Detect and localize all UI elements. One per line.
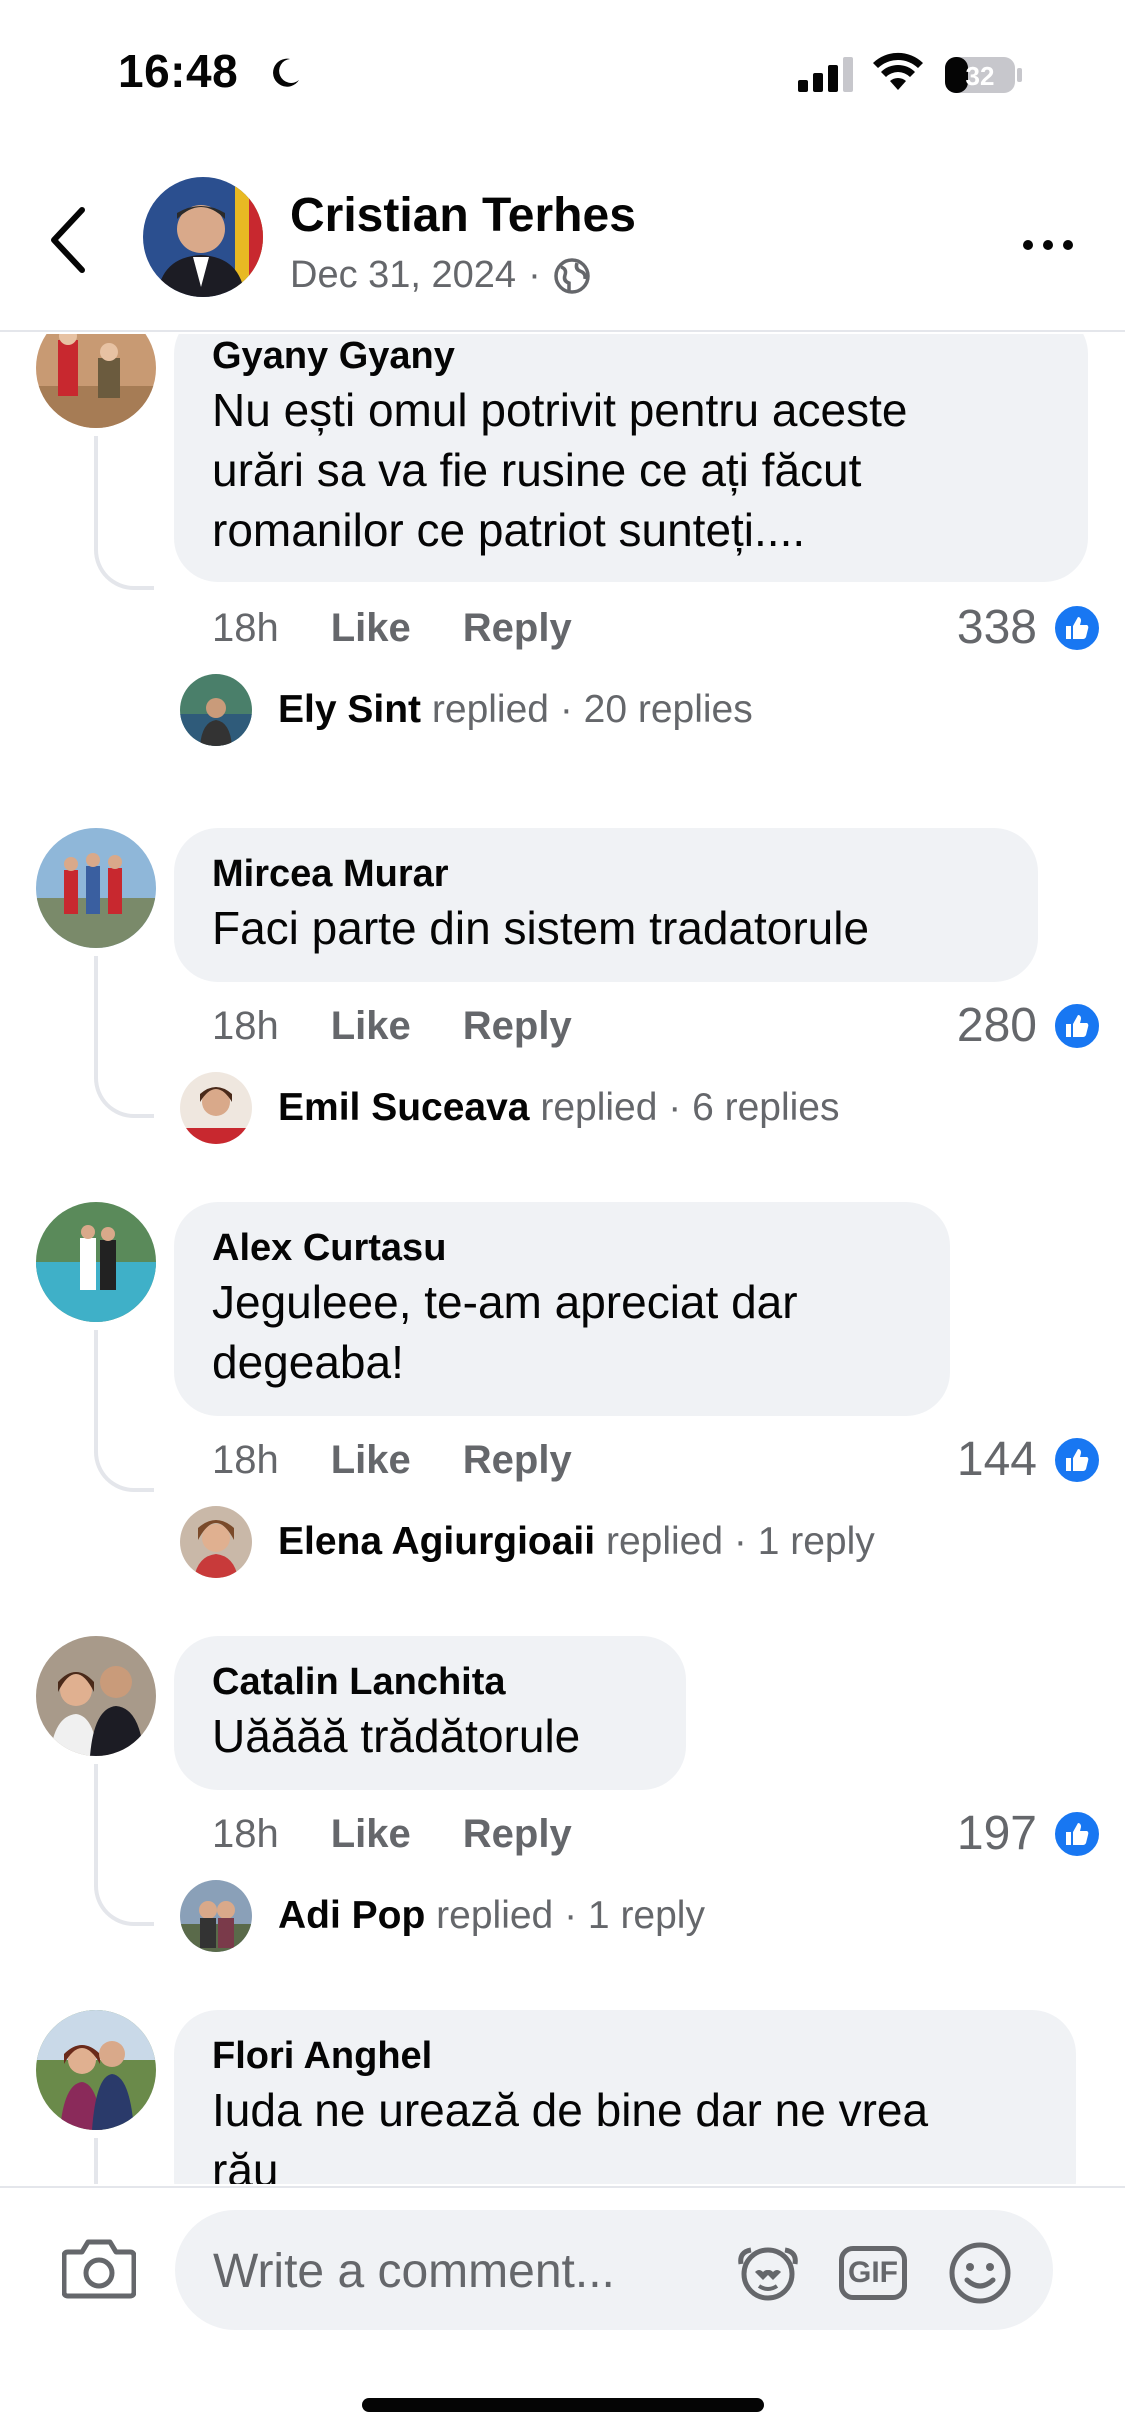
- comment-bubble[interactable]: Flori Anghel Iuda ne urează de bine dar …: [174, 2010, 1076, 2184]
- comment-author[interactable]: Alex Curtasu: [212, 1224, 910, 1272]
- comment-text: Nu ești omul potrivit pentru aceste urăr…: [212, 384, 908, 556]
- like-count-value: 197: [956, 1807, 1037, 1860]
- comment-actions: 18h Like Reply: [212, 606, 572, 651]
- back-button[interactable]: [38, 200, 98, 280]
- reply-verb: replied: [540, 1086, 658, 1129]
- thumbs-up-icon: [1053, 1435, 1101, 1484]
- comment-text: Faci parte din sistem tradatorule: [212, 902, 870, 954]
- thread-line: [94, 956, 154, 1118]
- avatar-sticker-icon[interactable]: [735, 2242, 801, 2302]
- thumbs-up-icon: [1053, 1001, 1101, 1050]
- like-button[interactable]: Like: [331, 1438, 411, 1483]
- like-count[interactable]: 280: [957, 998, 1101, 1053]
- more-options-button[interactable]: [1020, 230, 1080, 260]
- post-header: Cristian Terhes Dec 31, 2024 ·: [0, 150, 1125, 332]
- replies-summary[interactable]: Ely Sint replied · 20 replies: [180, 674, 753, 746]
- like-count[interactable]: 197: [957, 1806, 1101, 1861]
- comment-actions: 18h Like Reply: [212, 1812, 572, 1857]
- avatar: [180, 1072, 252, 1144]
- comment-time: 18h: [212, 1004, 279, 1048]
- moon-icon: [273, 58, 299, 87]
- reply-count: · 1 reply: [733, 1520, 875, 1563]
- thread-line: [94, 1330, 154, 1492]
- comments-list: Gyany Gyany Nu ești omul potrivit pentru…: [0, 334, 1125, 2184]
- reply-button[interactable]: Reply: [463, 1438, 572, 1483]
- reply-author: Elena Agiurgioaii: [278, 1520, 596, 1563]
- status-bar: 16:48 32: [0, 0, 1125, 150]
- avatar[interactable]: [36, 2010, 156, 2130]
- emoji-icon[interactable]: [947, 2240, 1013, 2306]
- reply-verb: replied: [436, 1894, 554, 1937]
- avatar[interactable]: [36, 1636, 156, 1756]
- post-date: Dec 31, 2024: [290, 254, 517, 296]
- comment-author[interactable]: Gyany Gyany: [212, 334, 1048, 380]
- comment-text: Uăăăă trădătorule: [212, 1710, 581, 1762]
- comment-author[interactable]: Catalin Lanchita: [212, 1658, 646, 1706]
- signal-icon: [798, 57, 853, 92]
- reply-count: · 1 reply: [564, 1894, 705, 1937]
- page-title[interactable]: Cristian Terhes: [290, 188, 636, 243]
- comment-composer: Write a comment... GIF: [0, 2186, 1125, 2436]
- comment-actions: 18h Like Reply: [212, 1438, 572, 1483]
- reply-author: Ely Sint: [278, 688, 422, 731]
- replies-summary[interactable]: Elena Agiurgioaii replied · 1 reply: [180, 1506, 875, 1578]
- avatar: [180, 1506, 252, 1578]
- comment-time: 18h: [212, 1438, 279, 1482]
- reply-button[interactable]: Reply: [463, 1004, 572, 1049]
- post-meta: Dec 31, 2024 ·: [290, 254, 591, 297]
- reply-count: · 6 replies: [668, 1086, 840, 1129]
- reply-button[interactable]: Reply: [463, 606, 572, 651]
- meta-separator: ·: [528, 254, 541, 296]
- thumbs-up-icon: [1053, 1809, 1101, 1858]
- globe-icon: [553, 257, 590, 294]
- gif-button[interactable]: GIF: [839, 2246, 907, 2300]
- comment-time: 18h: [212, 606, 279, 650]
- reply-verb: replied: [431, 688, 549, 731]
- avatar[interactable]: [36, 334, 156, 428]
- comment-actions: 18h Like Reply: [212, 1004, 572, 1049]
- comment-bubble[interactable]: Gyany Gyany Nu ești omul potrivit pentru…: [174, 334, 1088, 582]
- reply-button[interactable]: Reply: [463, 1812, 572, 1857]
- wifi-icon: [873, 52, 923, 90]
- comment-input[interactable]: Write a comment... GIF: [175, 2210, 1053, 2330]
- comment-author[interactable]: Flori Anghel: [212, 2032, 1036, 2080]
- like-button[interactable]: Like: [331, 1004, 411, 1049]
- comment-author[interactable]: Mircea Murar: [212, 850, 998, 898]
- replies-summary[interactable]: Emil Suceava replied · 6 replies: [180, 1072, 839, 1144]
- camera-icon[interactable]: [62, 2236, 136, 2300]
- thread-line: [94, 2138, 154, 2184]
- like-count[interactable]: 338: [957, 600, 1101, 655]
- like-count-value: 144: [956, 1433, 1037, 1486]
- like-button[interactable]: Like: [331, 1812, 411, 1857]
- like-count[interactable]: 144: [957, 1432, 1101, 1487]
- comment-text: Jeguleee, te-am apreciat dar degeaba!: [212, 1276, 798, 1388]
- reply-author: Emil Suceava: [278, 1086, 530, 1129]
- thread-line: [94, 1764, 154, 1926]
- like-count-value: 338: [956, 601, 1037, 654]
- comment-text: Iuda ne urează de bine dar ne vrea rău: [212, 2084, 929, 2184]
- status-time: 16:48: [118, 45, 239, 97]
- home-indicator: [362, 2398, 764, 2412]
- comment-time: 18h: [212, 1812, 279, 1856]
- comment-bubble[interactable]: Alex Curtasu Jeguleee, te-am apreciat da…: [174, 1202, 950, 1416]
- comment-bubble[interactable]: Mircea Murar Faci parte din sistem trada…: [174, 828, 1038, 982]
- thread-line: [94, 436, 154, 590]
- avatar: [180, 674, 252, 746]
- like-button[interactable]: Like: [331, 606, 411, 651]
- avatar[interactable]: [143, 177, 263, 297]
- thumbs-up-icon: [1053, 603, 1101, 652]
- like-count-value: 280: [956, 999, 1037, 1052]
- reply-verb: replied: [605, 1520, 724, 1563]
- comment-input-placeholder: Write a comment...: [213, 2245, 615, 2298]
- reply-count: · 20 replies: [559, 688, 753, 731]
- reply-author: Adi Pop: [278, 1894, 426, 1937]
- battery-icon: 32: [944, 55, 1024, 95]
- comment-bubble[interactable]: Catalin Lanchita Uăăăă trădătorule: [174, 1636, 686, 1790]
- battery-level: 32: [966, 61, 995, 91]
- replies-summary[interactable]: Adi Pop replied · 1 reply: [180, 1880, 705, 1952]
- avatar[interactable]: [36, 1202, 156, 1322]
- avatar[interactable]: [36, 828, 156, 948]
- avatar: [180, 1880, 252, 1952]
